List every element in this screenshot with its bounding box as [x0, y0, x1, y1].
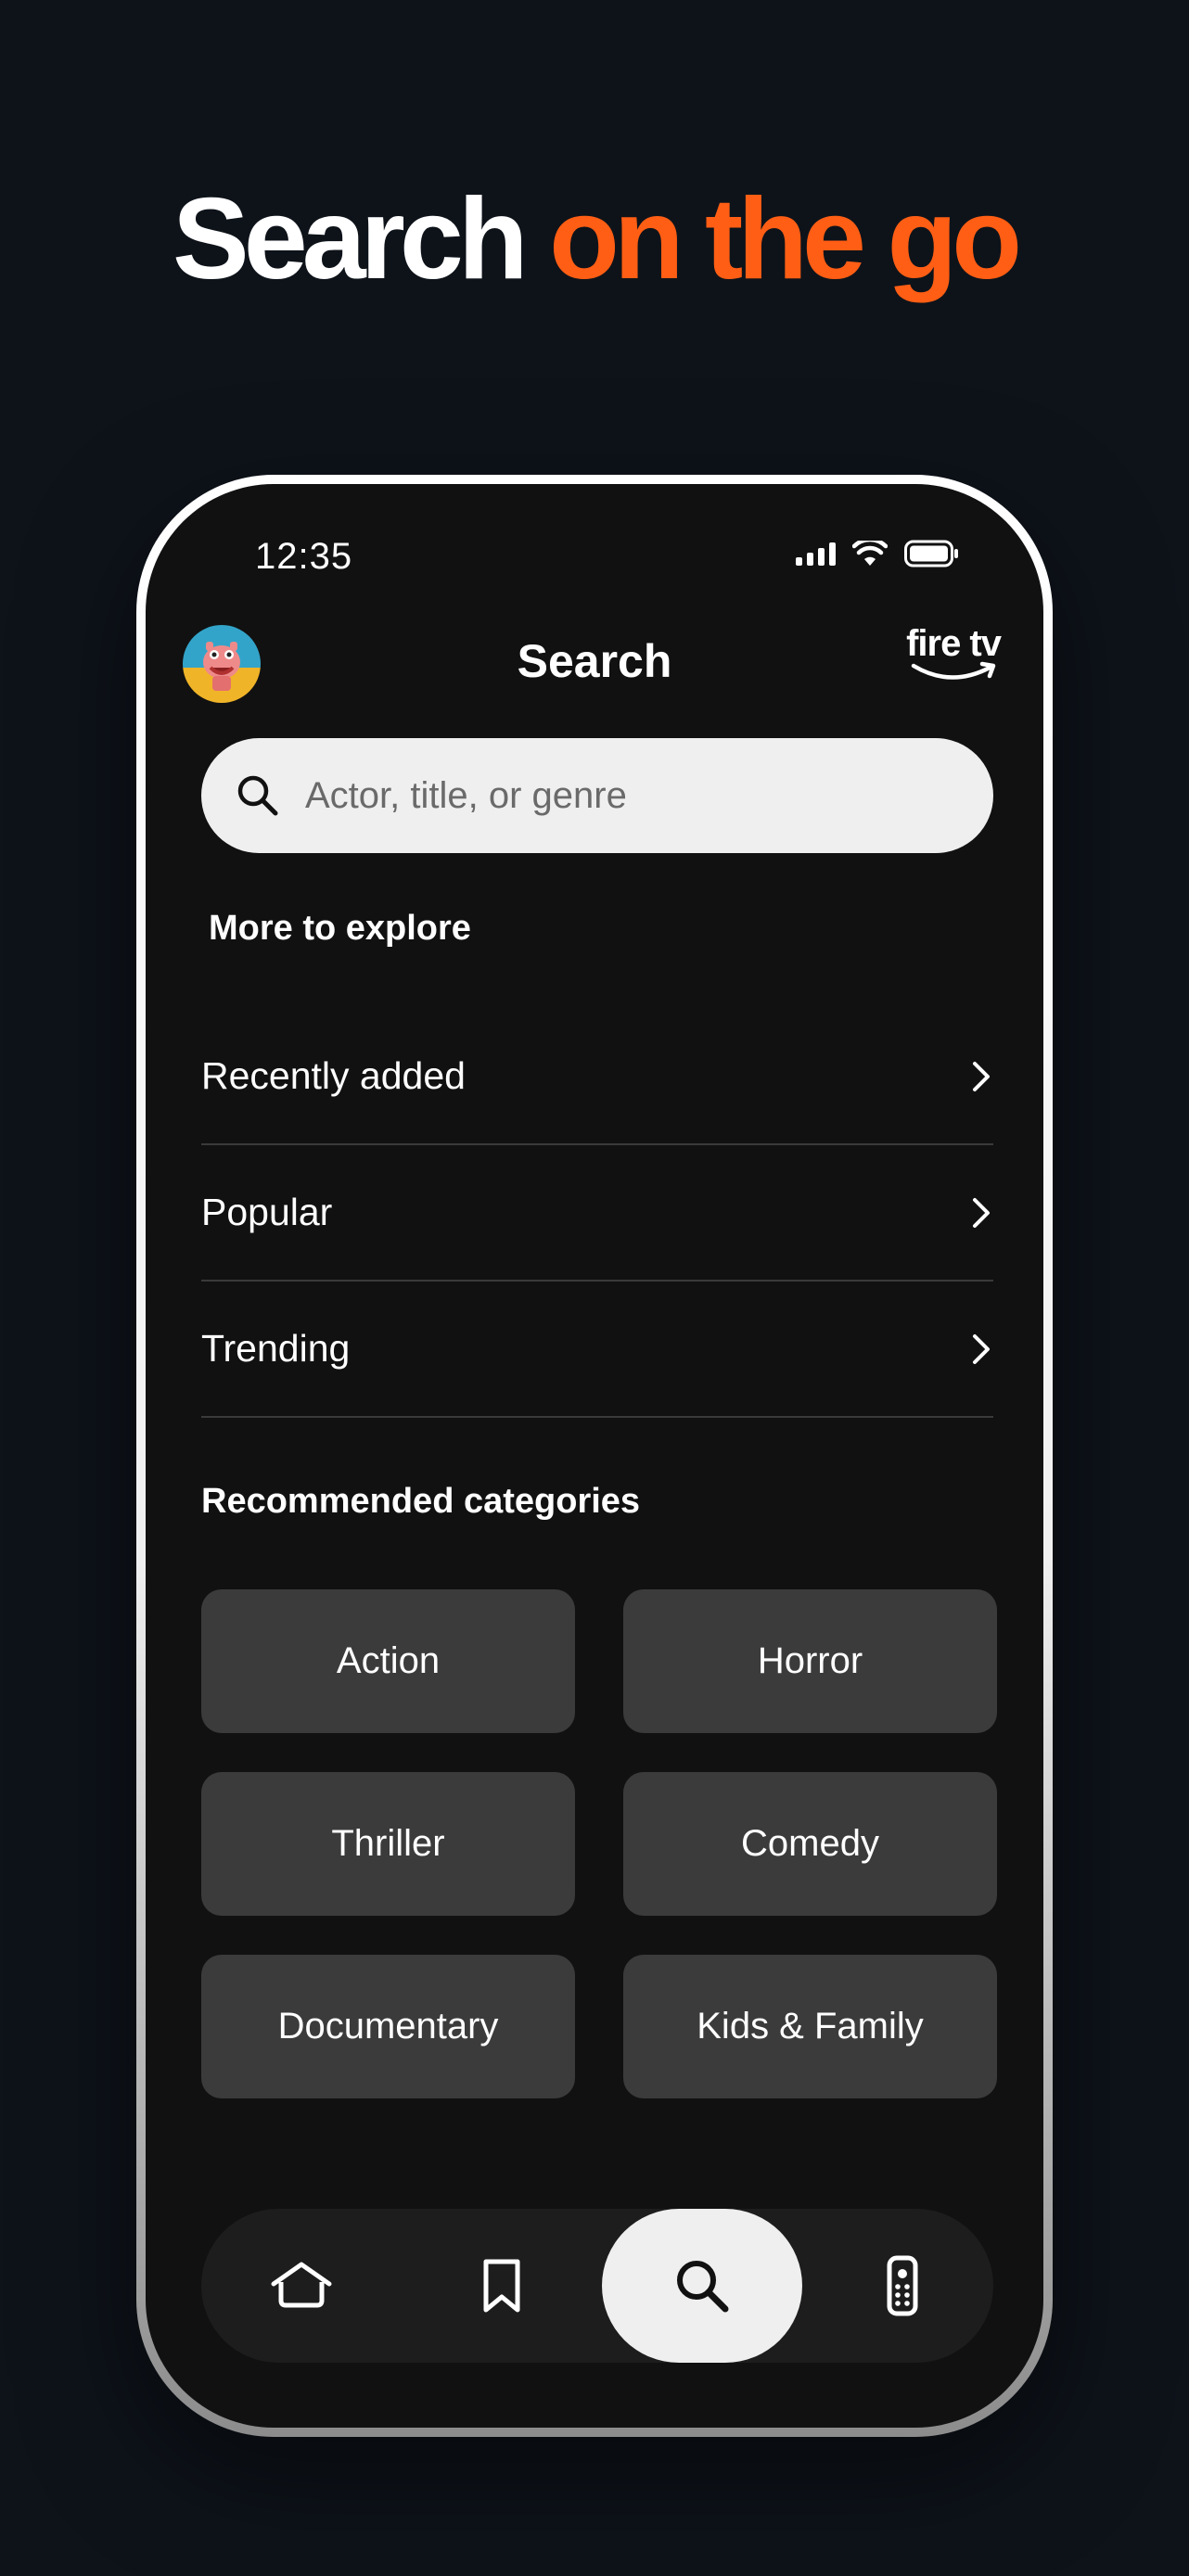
fire-tv-logo: fire tv — [899, 623, 1002, 688]
explore-list: Recently added Popular Trending — [201, 1009, 993, 1418]
phone-screen: 12:35 Search fire tv Actor, title, or ge… — [146, 484, 1043, 2428]
explore-item-label: Trending — [201, 1327, 351, 1370]
category-action[interactable]: Action — [201, 1589, 575, 1733]
headline: Search on the go — [0, 174, 1189, 304]
explore-title: More to explore — [209, 909, 471, 948]
category-documentary[interactable]: Documentary — [201, 1955, 575, 2098]
search-icon — [677, 2261, 729, 2313]
explore-item-popular[interactable]: Popular — [201, 1145, 993, 1282]
smile-arrow-icon — [911, 661, 996, 680]
wifi-icon — [852, 541, 888, 566]
bookmark-icon — [483, 2259, 520, 2313]
explore-item-trending[interactable]: Trending — [201, 1282, 993, 1418]
chevron-right-icon — [973, 1061, 990, 1091]
category-kids-family[interactable]: Kids & Family — [623, 1955, 997, 2098]
nav-search[interactable] — [602, 2209, 802, 2363]
status-icons — [796, 540, 960, 567]
nav-home[interactable] — [201, 2209, 402, 2363]
brand-text: fire tv — [906, 623, 1002, 664]
explore-item-label: Recently added — [201, 1054, 466, 1097]
headline-part1: Search — [173, 175, 529, 303]
search-icon — [237, 775, 278, 816]
explore-item-label: Popular — [201, 1191, 333, 1233]
category-comedy[interactable]: Comedy — [623, 1772, 997, 1916]
categories-grid: Action Horror Thriller Comedy Documentar… — [201, 1589, 999, 2098]
phone-frame: 12:35 Search fire tv Actor, title, or ge… — [136, 475, 1053, 2437]
explore-item-recently-added[interactable]: Recently added — [201, 1009, 993, 1145]
categories-title: Recommended categories — [201, 1482, 641, 1521]
signal-icon — [796, 542, 836, 566]
nav-watchlist[interactable] — [402, 2209, 602, 2363]
search-input[interactable] — [305, 774, 954, 817]
battery-icon — [904, 540, 958, 567]
home-icon — [271, 2262, 332, 2308]
nav-remote[interactable] — [802, 2209, 1003, 2363]
headline-part2: on the go — [549, 175, 1022, 303]
category-horror[interactable]: Horror — [623, 1589, 997, 1733]
bottom-nav — [201, 2209, 993, 2363]
search-bar[interactable] — [201, 738, 993, 853]
remote-icon — [887, 2255, 918, 2316]
chevron-right-icon — [973, 1333, 990, 1364]
status-time: 12:35 — [255, 536, 353, 577]
category-thriller[interactable]: Thriller — [201, 1772, 575, 1916]
app-store-screenshot: Search on the go 12:35 Search fire tv Ac… — [0, 0, 1189, 2576]
chevron-right-icon — [973, 1197, 990, 1228]
